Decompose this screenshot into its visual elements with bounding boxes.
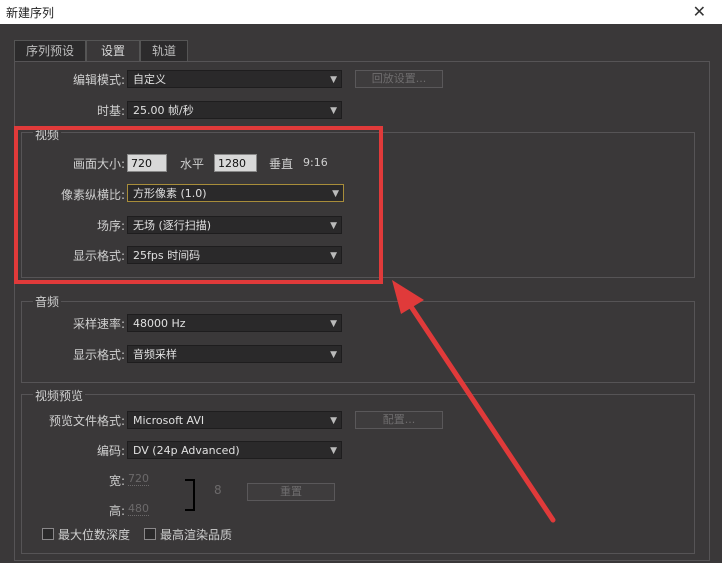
annotation-arrow <box>392 280 556 523</box>
